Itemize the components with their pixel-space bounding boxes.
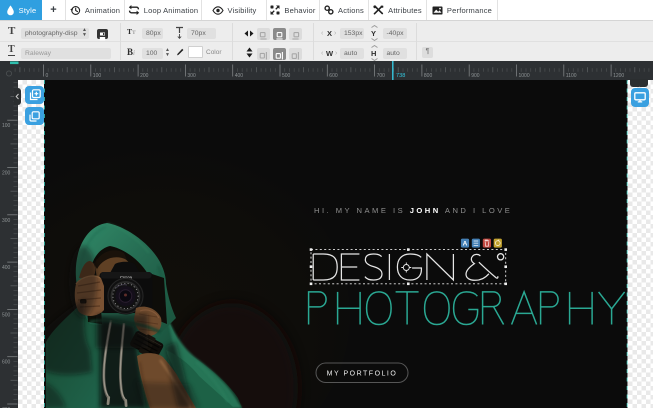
svg-text:600: 600 (329, 73, 338, 79)
svg-text:400: 400 (235, 73, 244, 79)
svg-text:1200: 1200 (613, 73, 624, 79)
svg-text:HI. MY NAME IS JOHN AND I LOVE: HI. MY NAME IS JOHN AND I LOVE (314, 206, 512, 215)
svg-text:0: 0 (46, 73, 49, 79)
svg-text:900: 900 (471, 73, 480, 79)
svg-text:300: 300 (187, 73, 196, 79)
svg-text:700: 700 (377, 73, 386, 79)
svg-text:MY PORTFOLIO: MY PORTFOLIO (327, 370, 398, 377)
svg-text:A: A (463, 241, 468, 248)
svg-text:738: 738 (396, 73, 405, 79)
svg-text:800: 800 (424, 73, 433, 79)
svg-text:1000: 1000 (519, 73, 530, 79)
svg-text:500: 500 (282, 73, 291, 79)
svg-text:1100: 1100 (566, 73, 577, 79)
svg-text:100: 100 (93, 73, 102, 79)
svg-text:200: 200 (140, 73, 149, 79)
